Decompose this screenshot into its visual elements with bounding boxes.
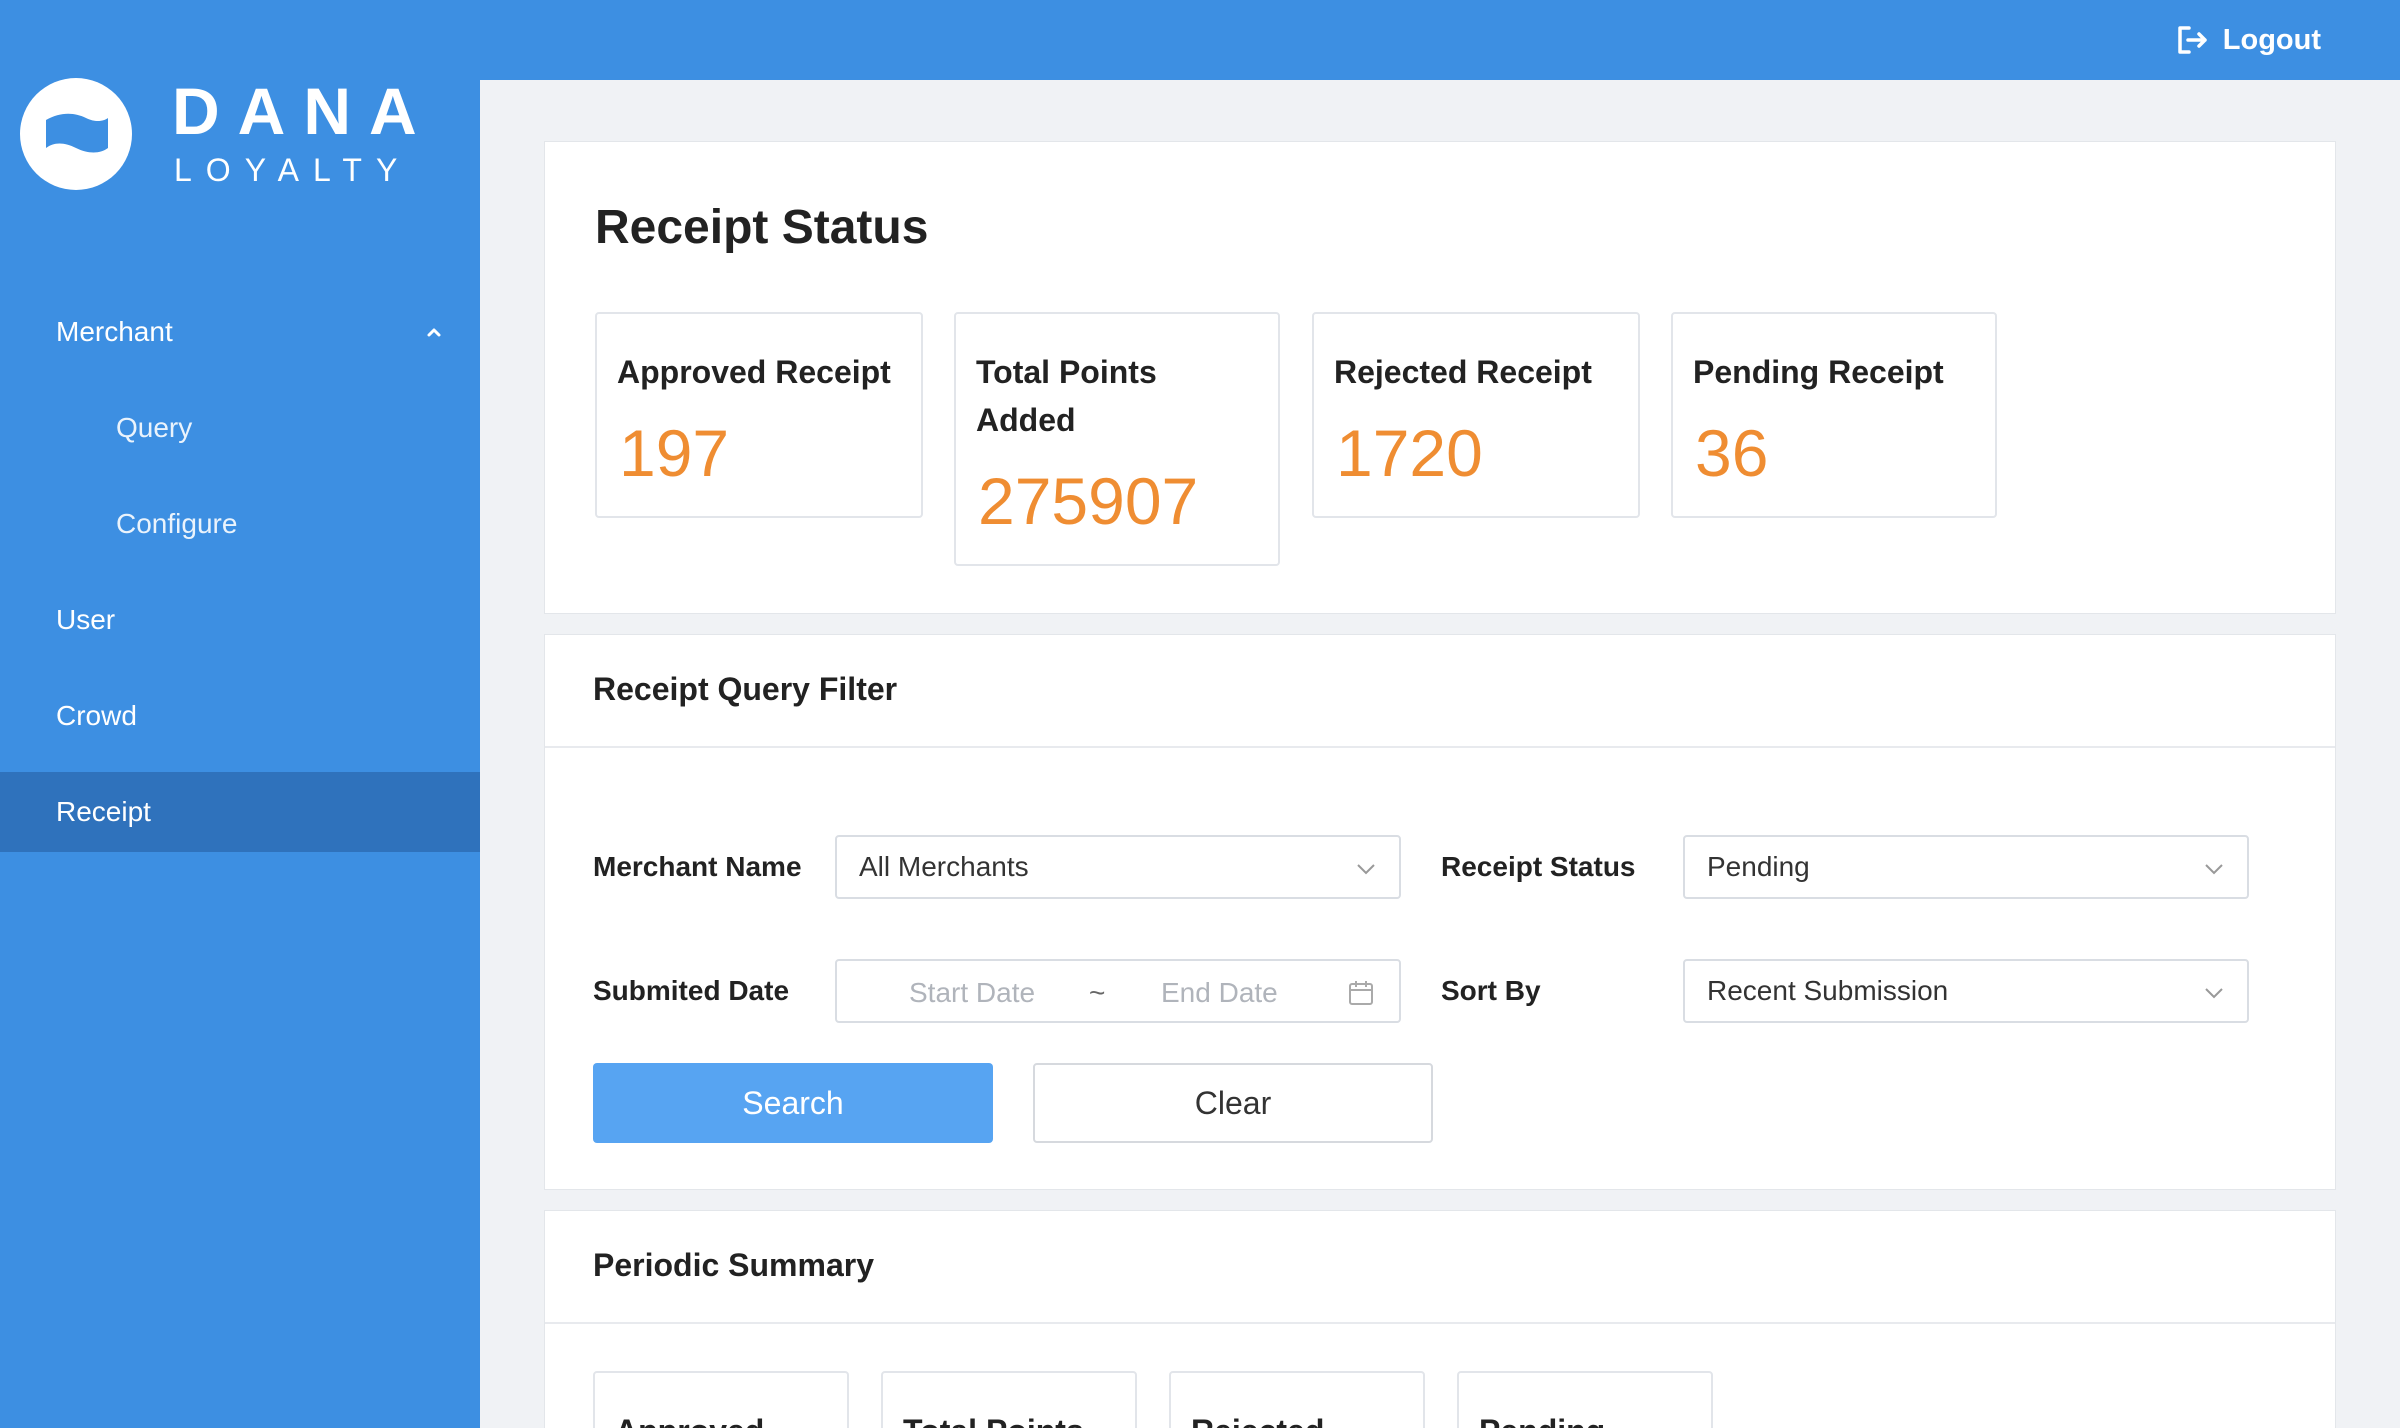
date-separator: ~: [1089, 977, 1106, 1008]
sidebar-item-user[interactable]: User: [0, 580, 480, 660]
card-title: Periodic Summary: [593, 1247, 874, 1283]
sort-by-value: Recent Submission: [1707, 975, 1949, 1006]
summary-card-approved: Approved: [593, 1371, 849, 1428]
stat-approved-receipt: Approved Receipt 197: [595, 312, 923, 518]
card-header: Periodic Summary: [545, 1211, 2335, 1324]
chevron-down-icon: [2205, 988, 2223, 999]
stat-label: Pending Receipt: [1693, 354, 1944, 390]
sort-by-label: Sort By: [1441, 975, 1541, 1006]
brand-name: DANA: [172, 74, 435, 148]
chevron-up-icon: [427, 328, 441, 337]
clear-button[interactable]: Clear: [1033, 1063, 1433, 1143]
summary-card-total-points: Total Points: [881, 1371, 1137, 1428]
sidebar-item-crowd[interactable]: Crowd: [0, 676, 480, 756]
chevron-down-icon: [1357, 864, 1375, 875]
sidebar-item-label: Query: [116, 412, 193, 443]
end-date-input[interactable]: End Date: [1161, 977, 1278, 1009]
stat-label: Approved Receipt: [617, 354, 891, 390]
sidebar-item-receipt[interactable]: Receipt: [0, 772, 480, 852]
stat-value: 36: [1695, 416, 1769, 490]
periodic-summary-card: Periodic Summary Approved Total Points R…: [544, 1210, 2336, 1428]
sidebar-item-configure[interactable]: Configure: [0, 484, 480, 564]
stat-value: 1720: [1336, 416, 1483, 490]
stat-rejected-receipt: Rejected Receipt 1720: [1312, 312, 1640, 518]
brand-sub: LOYALTY: [174, 152, 412, 188]
page-title: Receipt Status: [595, 201, 929, 254]
calendar-icon: [1349, 981, 1373, 1005]
stat-pending-receipt: Pending Receipt 36: [1671, 312, 1997, 518]
submitted-date-range[interactable]: Start Date ~ End Date: [835, 959, 1401, 1023]
summary-card-pending: Pending: [1457, 1371, 1713, 1428]
sidebar-nav: Merchant Query Configure User Crowd Rece…: [0, 292, 480, 868]
submitted-date-label: Submited Date: [593, 975, 790, 1006]
summary-label: Rejected: [1191, 1413, 1324, 1428]
merchant-name-value: All Merchants: [859, 851, 1029, 882]
card-header: Receipt Query Filter: [545, 635, 2335, 748]
logout-button[interactable]: Logout: [2173, 20, 2321, 60]
chevron-down-icon: [2205, 864, 2223, 875]
sidebar-item-label: Merchant: [56, 316, 173, 347]
receipt-status-value: Pending: [1707, 851, 1810, 882]
merchant-name-label: Merchant Name: [593, 851, 802, 882]
stat-total-points-added: Total Points Added 275907: [954, 312, 1280, 566]
sidebar-item-label: Crowd: [56, 700, 137, 731]
stat-label: Total Points Added: [976, 354, 1157, 438]
summary-card-rejected: Rejected: [1169, 1371, 1425, 1428]
sidebar-item-query[interactable]: Query: [0, 388, 480, 468]
receipt-status-card: Receipt Status Approved Receipt 197 Tota…: [544, 141, 2336, 614]
summary-label: Approved: [615, 1413, 764, 1428]
summary-label: Pending: [1479, 1413, 1605, 1428]
summary-label: Total Points: [903, 1413, 1084, 1428]
logo-mark-icon: [20, 78, 132, 190]
search-button[interactable]: Search: [593, 1063, 993, 1143]
dana-logo[interactable]: DANA LOYALTY: [20, 78, 435, 190]
logout-icon: [2178, 26, 2207, 54]
stat-label: Rejected Receipt: [1334, 354, 1592, 390]
sidebar: DANA LOYALTY Merchant Query Configure Us…: [0, 0, 480, 1428]
sidebar-item-label: Configure: [116, 508, 238, 539]
receipt-query-filter-card: Receipt Query Filter Merchant Name All M…: [544, 634, 2336, 1190]
logout-label: Logout: [2222, 23, 2321, 56]
receipt-status-select[interactable]: Pending: [1683, 835, 2249, 899]
sidebar-item-label: User: [56, 604, 116, 635]
receipt-status-label: Receipt Status: [1441, 851, 1636, 882]
card-title: Receipt Query Filter: [593, 671, 898, 707]
start-date-input[interactable]: Start Date: [909, 977, 1035, 1009]
stat-value: 275907: [978, 464, 1199, 538]
sidebar-item-label: Receipt: [56, 796, 151, 827]
sidebar-item-merchant[interactable]: Merchant: [0, 292, 480, 372]
stat-value: 197: [619, 416, 730, 490]
top-bar: Logout: [480, 0, 2400, 80]
sort-by-select[interactable]: Recent Submission: [1683, 959, 2249, 1023]
merchant-name-select[interactable]: All Merchants: [835, 835, 1401, 899]
